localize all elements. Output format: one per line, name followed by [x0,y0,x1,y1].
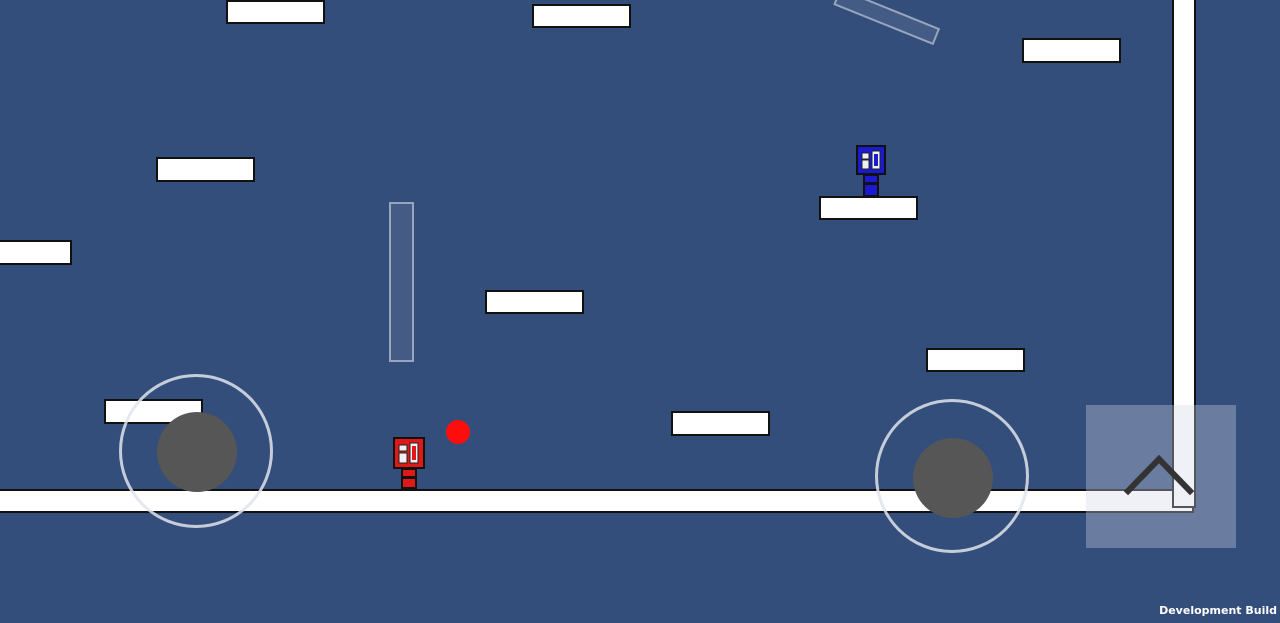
ghost-bar-top-right [833,0,941,46]
platform [532,4,631,28]
platform [226,0,325,24]
red-player [393,437,425,489]
ghost-bar-top-left [0,0,42,2]
chevron-up-icon [1123,454,1195,496]
platform [819,196,918,220]
ghost-pillar [389,202,414,362]
platform [156,157,255,182]
platform [485,290,584,314]
move-joystick-knob[interactable] [157,412,237,492]
red-ball [446,420,470,444]
platform [926,348,1025,372]
platform [0,240,72,265]
platform [1022,38,1121,63]
jump-button[interactable] [1086,405,1236,548]
aim-joystick-knob[interactable] [913,438,993,518]
platform [671,411,770,436]
blue-player [856,145,886,197]
development-build-label: Development Build [1159,604,1277,617]
